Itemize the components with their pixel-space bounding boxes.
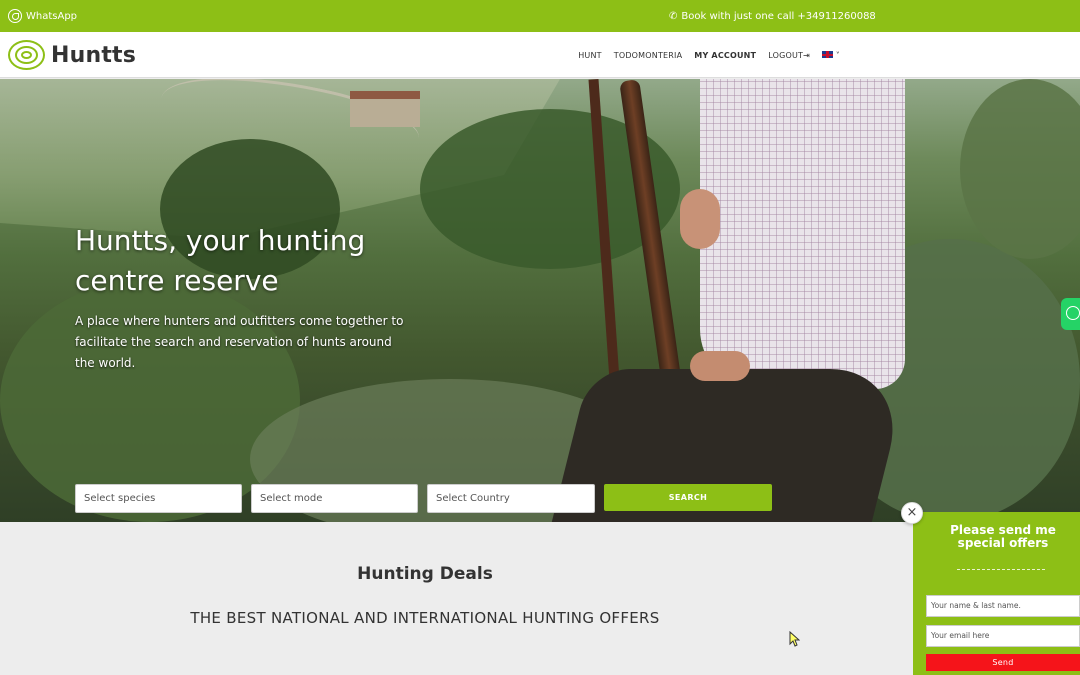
hero-subtitle: A place where hunters and outfitters com… [75, 314, 404, 370]
hero-hunter-arm [680, 189, 720, 249]
nav-todomonteria[interactable]: TODOMONTERIA [614, 51, 683, 60]
whatsapp-link[interactable]: WhatsApp [8, 9, 77, 23]
hero-title: Huntts, your hunting centre reserve [75, 224, 366, 297]
offers-divider [957, 569, 1045, 570]
whatsapp-floating-button[interactable] [1061, 298, 1080, 330]
name-input[interactable]: Your name & last name. [926, 595, 1080, 617]
hero-bush [960, 79, 1080, 259]
hunting-deals-subtitle: THE BEST NATIONAL AND INTERNATIONAL HUNT… [190, 609, 660, 627]
whatsapp-icon [8, 9, 22, 23]
phone-icon: ✆ [669, 10, 678, 22]
booking-text: Book with just one call +34911260088 [681, 11, 876, 22]
language-selector[interactable]: ˅ [822, 51, 840, 60]
nav-logout[interactable]: LOGOUT⇥ [768, 51, 810, 60]
main-nav: HUNT TODOMONTERIA MY ACCOUNT LOGOUT⇥ ˅ [578, 51, 840, 60]
whatsapp-icon [1066, 306, 1080, 320]
nav-hunt[interactable]: HUNT [578, 51, 602, 60]
hero-banner: Huntts, your hunting centre reserve A pl… [0, 79, 1080, 522]
email-input[interactable]: Your email here [926, 625, 1080, 647]
nav-my-account[interactable]: MY ACCOUNT [694, 51, 756, 60]
top-bar: WhatsApp ✆ Book with just one call +3491… [0, 0, 1080, 32]
uk-flag-icon [822, 51, 834, 58]
logo-rings-icon [8, 40, 45, 70]
logo-text: Huntts [51, 42, 137, 68]
site-header: Huntts HUNT TODOMONTERIA MY ACCOUNT LOGO… [0, 32, 1080, 78]
booking-phone-link[interactable]: ✆ Book with just one call +34911260088 [669, 11, 876, 22]
site-logo[interactable]: Huntts [8, 40, 136, 70]
hero-hunter-shirt [700, 79, 905, 389]
hunting-deals-title: Hunting Deals [357, 564, 493, 584]
hero-background-house [350, 91, 420, 127]
mouse-cursor-icon [789, 631, 800, 647]
send-button[interactable]: Send [926, 654, 1080, 671]
chevron-down-icon: ˅ [835, 51, 840, 60]
hero-hunter-hand [690, 351, 750, 381]
country-select[interactable]: Select Country [427, 484, 595, 513]
special-offers-popup: Please send me special offers Your name … [913, 512, 1080, 675]
species-select[interactable]: Select species [75, 484, 242, 513]
offers-popup-title: Please send me special offers [950, 523, 1056, 550]
nav-logout-label: LOGOUT [768, 51, 804, 60]
mode-select[interactable]: Select mode [251, 484, 418, 513]
whatsapp-label: WhatsApp [26, 10, 78, 22]
logout-icon: ⇥ [803, 51, 811, 60]
close-popup-button[interactable]: × [901, 502, 923, 524]
search-button[interactable]: SEARCH [604, 484, 772, 511]
